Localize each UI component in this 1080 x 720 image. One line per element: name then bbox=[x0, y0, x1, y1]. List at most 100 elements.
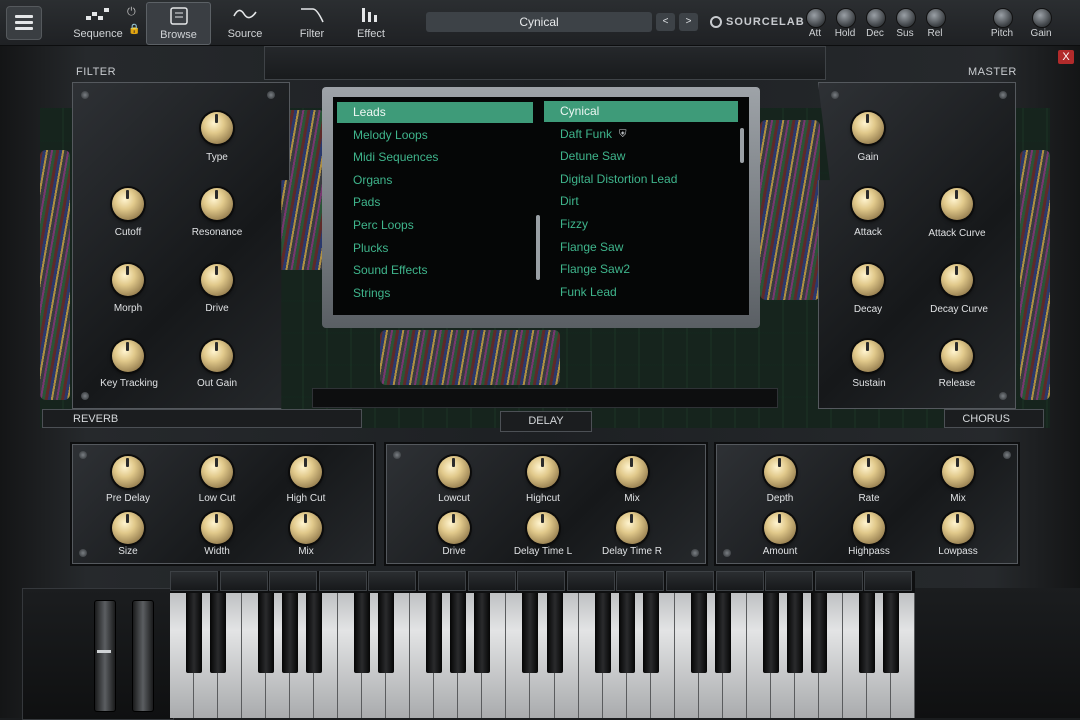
pitch-wheel[interactable] bbox=[94, 600, 116, 712]
delay-delay-time-r-knob[interactable] bbox=[616, 512, 648, 544]
nav-effect-button[interactable]: Effect bbox=[346, 2, 396, 43]
preset-item[interactable]: Funk Lead bbox=[544, 282, 738, 303]
attack-master-knob[interactable] bbox=[852, 188, 884, 220]
black-key[interactable] bbox=[714, 593, 731, 673]
nav-filter-button[interactable]: Filter bbox=[286, 2, 338, 43]
prev-preset-button[interactable]: < bbox=[656, 13, 675, 31]
sustain-env-knob[interactable] bbox=[896, 8, 916, 28]
nav-sequence-button[interactable]: Sequence bbox=[70, 2, 126, 43]
key-tracking-knob[interactable] bbox=[112, 340, 144, 372]
next-preset-button[interactable]: > bbox=[679, 13, 698, 31]
delay-lowcut-knob[interactable] bbox=[438, 456, 470, 488]
black-key[interactable] bbox=[642, 593, 659, 673]
out-gain-knob[interactable] bbox=[201, 340, 233, 372]
decay-knob[interactable] bbox=[852, 264, 884, 296]
chorus-amount-knob[interactable] bbox=[764, 512, 796, 544]
black-key[interactable] bbox=[594, 593, 611, 673]
nav-browse-button[interactable]: Browse bbox=[146, 2, 211, 45]
decay-env-knob[interactable] bbox=[866, 8, 886, 28]
preset-item[interactable]: Dirt bbox=[544, 191, 738, 212]
black-key[interactable] bbox=[546, 593, 563, 673]
drum-pad[interactable] bbox=[814, 571, 863, 591]
reverb-width-knob[interactable] bbox=[201, 512, 233, 544]
nav-source-button[interactable]: Source bbox=[218, 2, 272, 43]
black-key[interactable] bbox=[522, 593, 539, 673]
preset-scrollbar[interactable] bbox=[740, 128, 744, 163]
preset-item[interactable]: Fizzy bbox=[544, 214, 738, 235]
category-item[interactable]: Strings bbox=[337, 283, 533, 304]
black-key[interactable] bbox=[450, 593, 467, 673]
category-item[interactable]: Melody Loops bbox=[337, 125, 533, 146]
chorus-highpass-knob[interactable] bbox=[853, 512, 885, 544]
lock-icon[interactable]: 🔒 bbox=[128, 24, 140, 35]
category-item[interactable]: Plucks bbox=[337, 238, 533, 259]
preset-item[interactable]: Flange Saw bbox=[544, 237, 738, 258]
chorus-lowpass-knob[interactable] bbox=[942, 512, 974, 544]
black-key[interactable] bbox=[282, 593, 299, 673]
gain-knob[interactable] bbox=[852, 112, 884, 144]
preset-item[interactable]: Digital Distortion Lead bbox=[544, 169, 738, 190]
reverb-pre-delay-knob[interactable] bbox=[112, 456, 144, 488]
preset-item[interactable]: Cynical bbox=[544, 101, 738, 122]
mod-wheel[interactable] bbox=[132, 600, 154, 712]
sustain-knob[interactable] bbox=[852, 340, 884, 372]
drum-pad[interactable] bbox=[616, 571, 665, 591]
release-knob[interactable] bbox=[941, 340, 973, 372]
black-key[interactable] bbox=[882, 593, 899, 673]
black-key[interactable] bbox=[810, 593, 827, 673]
attack-knob[interactable] bbox=[806, 8, 826, 28]
morph-knob[interactable] bbox=[112, 264, 144, 296]
drum-pad[interactable] bbox=[467, 571, 516, 591]
black-key[interactable] bbox=[618, 593, 635, 673]
black-key[interactable] bbox=[690, 593, 707, 673]
preset-item[interactable]: Detune Saw bbox=[544, 146, 738, 167]
preset-item[interactable]: Flange Saw2 bbox=[544, 259, 738, 280]
category-scrollbar[interactable] bbox=[536, 215, 540, 280]
cutoff-knob[interactable] bbox=[112, 188, 144, 220]
drum-pad[interactable] bbox=[864, 571, 913, 591]
category-item[interactable]: Perc Loops bbox=[337, 215, 533, 236]
reverb-low-cut-knob[interactable] bbox=[201, 456, 233, 488]
gain-top-knob[interactable] bbox=[1032, 8, 1052, 28]
category-item[interactable]: Sound Effects bbox=[337, 260, 533, 281]
drum-pad[interactable] bbox=[318, 571, 367, 591]
drum-pad[interactable] bbox=[765, 571, 814, 591]
chorus-depth-knob[interactable] bbox=[764, 456, 796, 488]
reverb-high-cut-knob[interactable] bbox=[290, 456, 322, 488]
drum-pad[interactable] bbox=[666, 571, 714, 591]
chorus-rate-knob[interactable] bbox=[853, 456, 885, 488]
pitch-knob[interactable] bbox=[993, 8, 1013, 28]
black-key[interactable] bbox=[354, 593, 371, 673]
black-key[interactable] bbox=[474, 593, 491, 673]
drum-pad[interactable] bbox=[368, 571, 417, 591]
hold-knob[interactable] bbox=[836, 8, 856, 28]
decay-curve-knob[interactable] bbox=[941, 264, 973, 296]
black-key[interactable] bbox=[378, 593, 395, 673]
resonance-knob[interactable] bbox=[201, 188, 233, 220]
delay-highcut-knob[interactable] bbox=[527, 456, 559, 488]
delay-drive-knob[interactable] bbox=[438, 512, 470, 544]
attack-curve-knob[interactable] bbox=[941, 188, 973, 220]
preset-name-display[interactable]: Cynical bbox=[426, 12, 652, 32]
drum-pad[interactable] bbox=[715, 571, 764, 591]
black-key[interactable] bbox=[762, 593, 779, 673]
reverb-mix-knob[interactable] bbox=[290, 512, 322, 544]
drive-knob[interactable] bbox=[201, 264, 233, 296]
black-key[interactable] bbox=[186, 593, 203, 673]
drum-pad[interactable] bbox=[269, 571, 318, 591]
preset-item[interactable]: Daft Funk bbox=[544, 124, 738, 145]
category-item[interactable]: Leads bbox=[337, 102, 533, 123]
category-item[interactable]: Pads bbox=[337, 192, 533, 213]
delay-delay-time-l-knob[interactable] bbox=[527, 512, 559, 544]
drum-pad[interactable] bbox=[566, 571, 615, 591]
type-knob[interactable] bbox=[201, 112, 233, 144]
chorus-mix-knob[interactable] bbox=[942, 456, 974, 488]
close-button[interactable]: X bbox=[1058, 50, 1074, 64]
category-item[interactable]: Midi Sequences bbox=[337, 147, 533, 168]
hamburger-menu-button[interactable] bbox=[6, 6, 42, 40]
drum-pad[interactable] bbox=[418, 571, 466, 591]
black-key[interactable] bbox=[858, 593, 875, 673]
black-key[interactable] bbox=[258, 593, 275, 673]
black-key[interactable] bbox=[306, 593, 323, 673]
delay-mix-knob[interactable] bbox=[616, 456, 648, 488]
